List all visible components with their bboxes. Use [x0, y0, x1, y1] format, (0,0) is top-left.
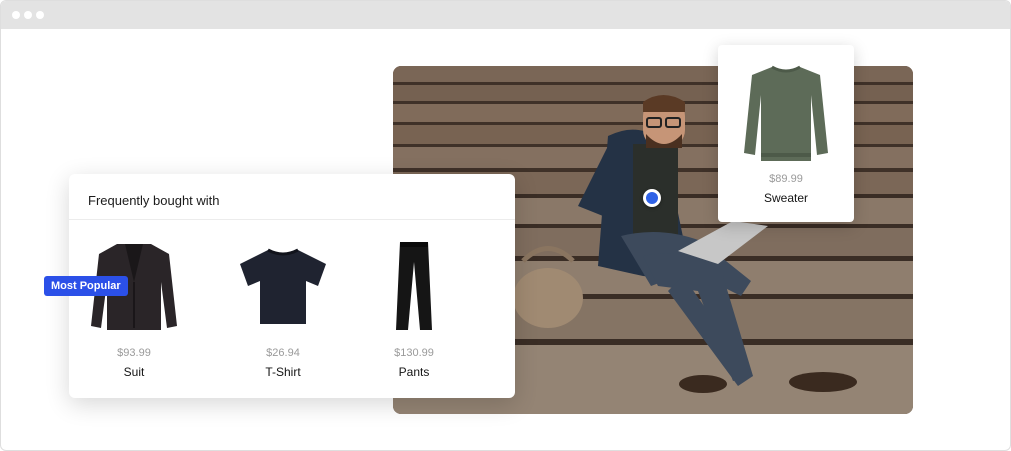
sweater-icon	[744, 65, 828, 161]
product-name[interactable]: Pants	[349, 365, 479, 379]
product-item[interactable]: $130.99 Pants	[349, 236, 479, 386]
featured-product-card[interactable]: $89.99 Sweater	[718, 45, 854, 222]
frequently-bought-panel: Frequently bought with $93.99 Suit $26.9…	[69, 174, 515, 398]
divider	[69, 219, 515, 220]
product-price: $26.94	[266, 347, 300, 359]
product-hotspot[interactable]	[643, 189, 661, 207]
pants-icon	[396, 242, 432, 330]
product-name[interactable]: Suit	[69, 365, 199, 379]
product-item[interactable]: $93.99 Suit	[69, 236, 199, 386]
product-name[interactable]: T-Shirt	[218, 365, 348, 379]
product-price: $93.99	[117, 347, 151, 359]
window-control-dot[interactable]	[12, 11, 20, 19]
panel-title: Frequently bought with	[88, 193, 220, 208]
window-control-dot[interactable]	[36, 11, 44, 19]
browser-titlebar	[1, 1, 1010, 29]
most-popular-badge: Most Popular	[44, 276, 128, 296]
product-item[interactable]: $26.94 T-Shirt	[218, 236, 348, 386]
tshirt-icon	[240, 248, 326, 324]
window-control-dot[interactable]	[24, 11, 32, 19]
featured-product-price: $89.99	[769, 173, 803, 185]
featured-product-name[interactable]: Sweater	[718, 191, 854, 205]
product-price: $130.99	[394, 347, 434, 359]
